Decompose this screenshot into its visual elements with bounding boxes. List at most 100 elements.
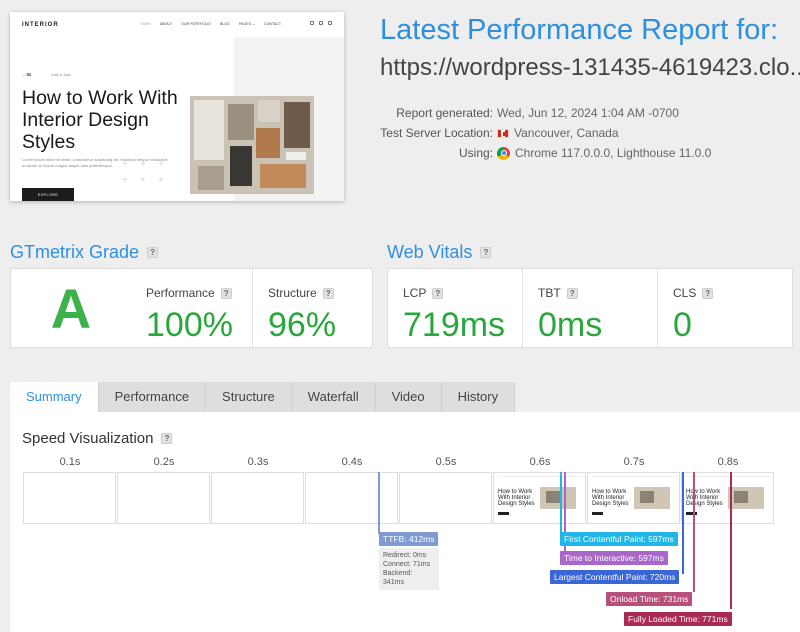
cls-value: 0 [673, 306, 692, 344]
help-icon[interactable]: ? [220, 287, 232, 299]
lcp-label: LCP [403, 286, 427, 300]
report-title: Latest Performance Report for: [380, 14, 779, 46]
frame-button [592, 512, 603, 515]
thumb-nav-item: ABOUT [159, 22, 173, 26]
chrome-icon [497, 146, 510, 160]
filmstrip-frame[interactable] [23, 472, 116, 524]
thumb-body: Lorem ipsum dolor sit amet, consectetur … [22, 157, 168, 168]
thumb-nav-item: CONTACT [264, 22, 282, 26]
frame-button [498, 512, 509, 515]
time-tick: 0.3s [247, 456, 269, 468]
thumb-kicker-text: Kate & Jack [51, 73, 71, 77]
web-vitals-title: Web Vitals [387, 242, 473, 262]
ttfb-breakdown: Redirect: 0ms Connect: 71ms Backend: 341… [379, 548, 439, 590]
help-icon[interactable]: ? [161, 433, 173, 444]
meta-generated-label: Report generated: [396, 106, 493, 120]
tbt-cell: TBT? 0ms [522, 269, 657, 347]
thumb-logo: INTERIOR [22, 22, 59, 28]
thumb-plus-icon: + [140, 175, 146, 186]
filmstrip-frame[interactable]: How to Work With Interior Design Styles [587, 472, 680, 524]
frame-button [686, 512, 697, 515]
thumb-plus-icon: + [140, 159, 146, 170]
lcp-value: 719ms [403, 306, 506, 344]
ttfb-connect: Connect: 71ms [383, 561, 431, 568]
thumb-headline: How to Work With Interior Design Styles [22, 87, 178, 153]
filmstrip-frame[interactable] [117, 472, 210, 524]
filmstrip-frame[interactable] [211, 472, 304, 524]
meta-generated-value: Wed, Jun 12, 2024 1:04 AM -0700 [497, 106, 679, 120]
gtmetrix-grade-heading: GTmetrix Grade ? [10, 242, 159, 263]
gtmetrix-grade-card: A Performance? 100% Structure? 96% [10, 268, 373, 348]
fully-loaded-line [730, 472, 732, 609]
help-icon[interactable]: ? [322, 287, 334, 299]
help-icon[interactable]: ? [480, 247, 492, 258]
filmstrip-frame[interactable] [399, 472, 492, 524]
tti-marker[interactable]: Time to Interactive: 597ms [560, 551, 668, 565]
thumb-nav: HOME ABOUT OUR PORTFOLIO BLOG PAGES ⌄ CO… [140, 22, 281, 26]
lcp-cell: LCP? 719ms [388, 269, 522, 347]
performance-label: Performance [146, 286, 215, 300]
time-tick: 0.2s [153, 456, 175, 468]
ttfb-redirect: Redirect: 0ms [383, 552, 427, 559]
onload-line [693, 472, 695, 592]
tab-waterfall[interactable]: Waterfall [291, 382, 376, 412]
report-meta: Report generated: Wed, Jun 12, 2024 1:04… [380, 103, 711, 163]
frame-image [540, 487, 576, 509]
grade-letter: A [50, 277, 92, 340]
tab-structure[interactable]: Structure [206, 382, 292, 412]
performance-value: 100% [146, 306, 233, 344]
tab-video[interactable]: Video [375, 382, 442, 412]
help-icon[interactable]: ? [147, 247, 159, 258]
speed-visualization-title: Speed Visualization [22, 430, 154, 447]
ttfb-line [378, 472, 380, 534]
tbt-label: TBT [538, 286, 561, 300]
help-icon[interactable]: ? [432, 287, 444, 299]
tab-history[interactable]: History [441, 382, 516, 412]
fully-loaded-marker[interactable]: Fully Loaded Time: 771ms [624, 612, 732, 626]
thumb-nav-item: PAGES ⌄ [238, 22, 255, 26]
tab-summary[interactable]: Summary [10, 382, 99, 412]
thumb-nav-item: HOME [140, 22, 151, 26]
thumb-plus-icon: + [158, 159, 164, 170]
page-screenshot-thumbnail[interactable]: INTERIOR HOME ABOUT OUR PORTFOLIO BLOG P… [10, 12, 344, 201]
cls-label: CLS [673, 286, 697, 300]
tab-performance[interactable]: Performance [98, 382, 207, 412]
fcp-marker[interactable]: First Contentful Paint: 597ms [560, 532, 678, 546]
cls-cell: CLS? 0 [657, 269, 794, 347]
meta-row-location: Test Server Location: Vancouver, Canada [380, 123, 711, 143]
time-tick: 0.6s [529, 456, 551, 468]
meta-row-using: Using: Chrome 117.0.0.0, Lighthouse 11.0… [380, 143, 711, 163]
time-tick: 0.7s [623, 456, 645, 468]
web-vitals-card: LCP? 719ms TBT? 0ms CLS? 0 [387, 268, 793, 348]
time-tick: 0.8s [717, 456, 739, 468]
meta-location-label: Test Server Location: [380, 126, 493, 140]
thumb-kicker: — 01 Kate & Jack [22, 72, 71, 77]
summary-panel: Speed Visualization ? 0.1s 0.2s 0.3s 0.4… [10, 412, 800, 632]
help-icon[interactable]: ? [702, 287, 714, 299]
web-vitals-heading: Web Vitals ? [387, 242, 492, 263]
thumb-kicker-num: 01 [26, 72, 32, 77]
report-tabs: Summary Performance Structure Waterfall … [10, 382, 516, 412]
speed-visualization-heading: Speed Visualization ? [22, 430, 173, 447]
meta-location-value: Vancouver, Canada [514, 126, 619, 140]
time-tick: 0.5s [435, 456, 457, 468]
frame-headline: How to Work With Interior Design Styles [592, 489, 629, 507]
meta-using-label: Using: [458, 146, 493, 160]
ttfb-marker[interactable]: TTFB: 412ms [379, 532, 439, 546]
help-icon[interactable]: ? [566, 287, 578, 299]
onload-marker[interactable]: Onload Time: 731ms [606, 592, 693, 606]
lcp-marker[interactable]: Largest Contentful Paint: 720ms [550, 570, 680, 584]
filmstrip-frame[interactable]: How to Work With Interior Design Styles [493, 472, 586, 524]
report-url[interactable]: https://wordpress-131435-4619423.clo... [380, 54, 800, 82]
thumb-plus-icon: + [158, 175, 164, 186]
filmstrip-frame[interactable] [305, 472, 398, 524]
ttfb-backend: Backend: 341ms [383, 570, 413, 586]
performance-cell: Performance? 100% [131, 269, 252, 347]
thumb-nav-item: OUR PORTFOLIO [181, 22, 211, 26]
structure-value: 96% [268, 306, 337, 344]
thumb-nav-item: BLOG [219, 22, 230, 26]
frame-headline: How to Work With Interior Design Styles [498, 489, 535, 507]
time-tick: 0.1s [59, 456, 81, 468]
structure-label: Structure [268, 286, 317, 300]
meta-row-generated: Report generated: Wed, Jun 12, 2024 1:04… [380, 103, 711, 123]
